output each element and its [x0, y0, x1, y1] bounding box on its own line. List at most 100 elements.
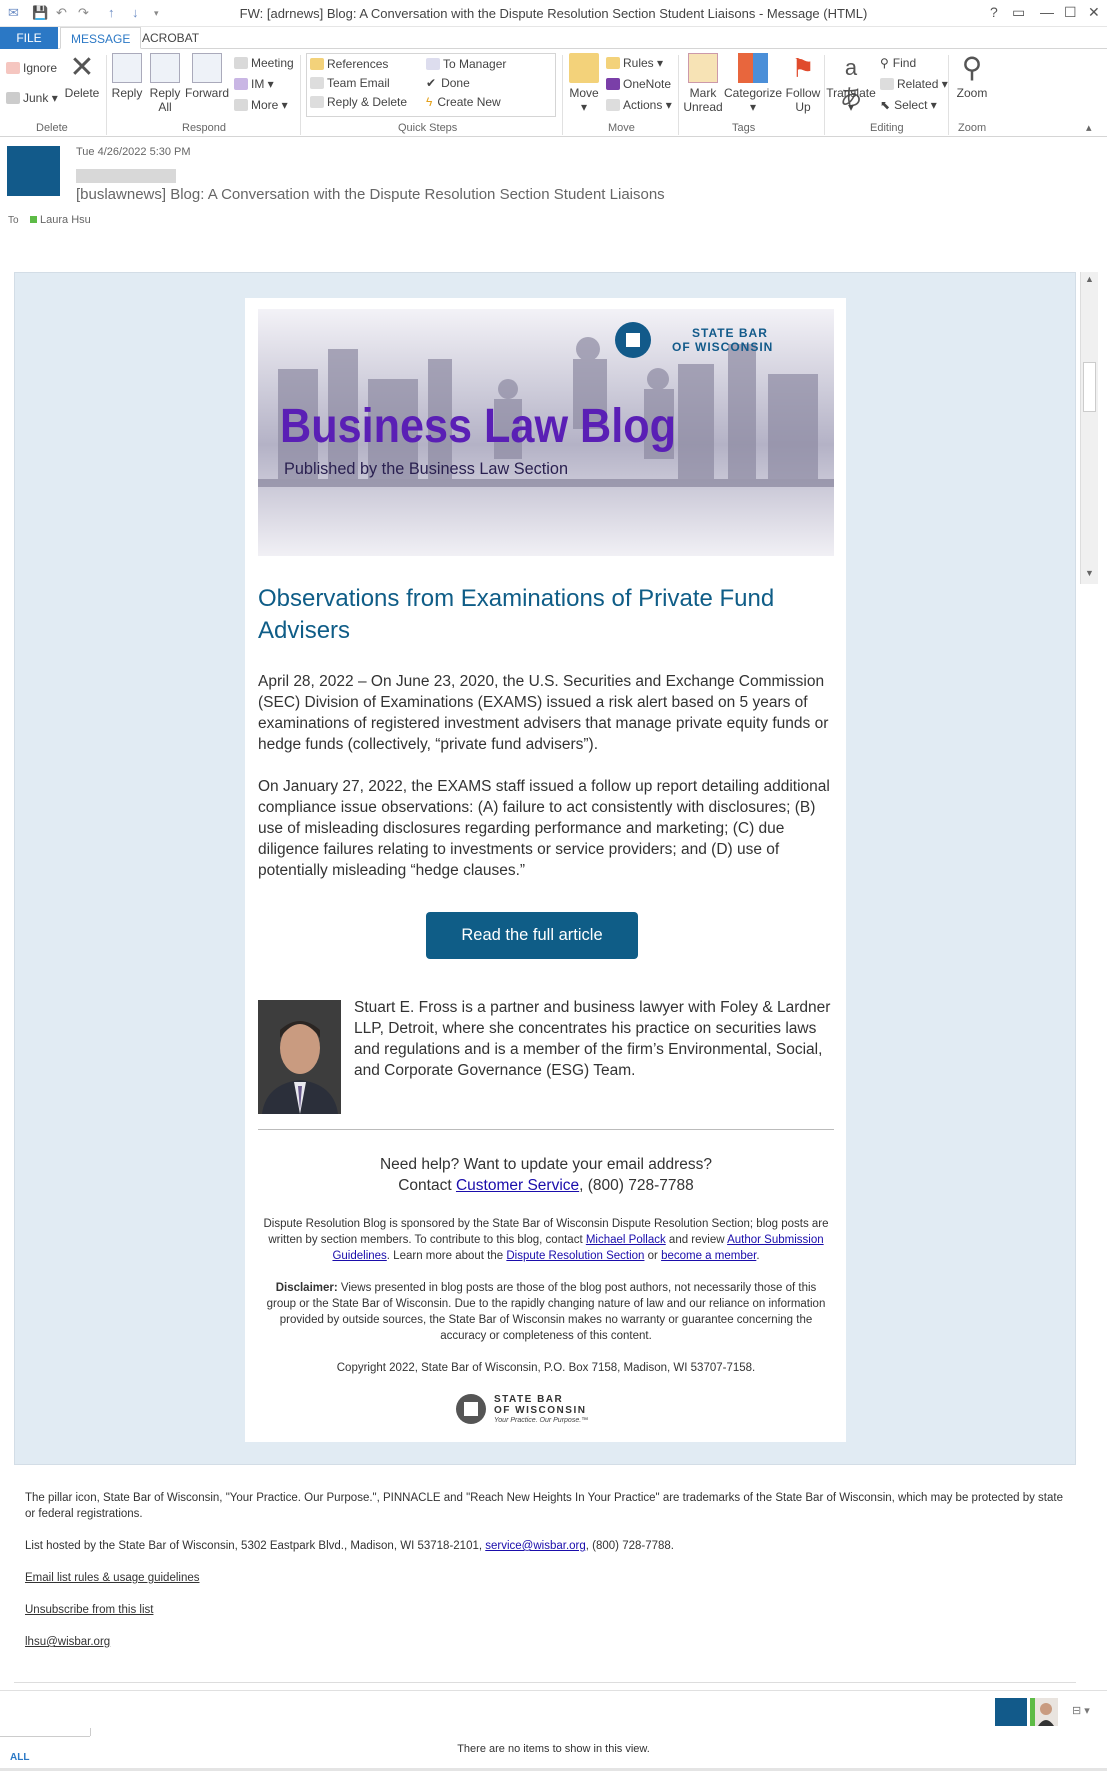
- meeting-button[interactable]: Meeting: [234, 56, 294, 70]
- select-label: Select: [894, 98, 928, 112]
- tab-message[interactable]: MESSAGE: [60, 27, 142, 49]
- quick-step-to-manager[interactable]: To Manager: [426, 57, 506, 71]
- group-label-zoom: Zoom: [958, 122, 987, 134]
- forward-button[interactable]: Forward: [184, 53, 230, 100]
- onenote-icon: [606, 78, 620, 90]
- ribbon-display-button[interactable]: ▭: [1012, 4, 1025, 21]
- customer-service-link[interactable]: Customer Service: [456, 1177, 579, 1194]
- people-pane-tab-line: [0, 1736, 90, 1737]
- sponsor-text-e: .: [756, 1250, 760, 1262]
- scroll-down-icon[interactable]: ▼: [1085, 568, 1094, 578]
- reply-delete-icon: [310, 96, 324, 108]
- actions-button[interactable]: Actions ▾: [606, 98, 672, 112]
- banner-org-line2: OF WISCONSIN: [672, 340, 773, 354]
- rules-button[interactable]: Rules ▾: [606, 56, 663, 70]
- tab-file[interactable]: FILE: [0, 27, 58, 49]
- maximize-button[interactable]: ☐: [1064, 4, 1077, 21]
- people-pane-view-icon[interactable]: ⊟ ▾: [1072, 1704, 1090, 1717]
- unsubscribe-link[interactable]: Unsubscribe from this list: [25, 1602, 153, 1618]
- follow-up-button[interactable]: ⚑ Follow Up: [784, 53, 822, 114]
- find-label: Find: [892, 56, 917, 70]
- banner-org-line1: STATE BAR: [692, 326, 768, 340]
- list-rules-link[interactable]: Email list rules & usage guidelines: [25, 1570, 200, 1586]
- binoculars-icon: ⚲: [880, 56, 889, 70]
- ignore-button[interactable]: Ignore: [6, 61, 57, 75]
- quick-step-team-email[interactable]: Team Email: [310, 76, 390, 90]
- ignore-label: Ignore: [23, 61, 58, 75]
- follow-up-label: Follow Up: [785, 86, 821, 114]
- rules-icon: [606, 57, 620, 69]
- quick-step-references[interactable]: References: [310, 57, 388, 71]
- quick-step-label: References: [327, 57, 389, 71]
- reply-all-button[interactable]: Reply All: [146, 53, 184, 114]
- close-button[interactable]: ✕: [1088, 4, 1100, 21]
- become-member-link[interactable]: become a member: [661, 1250, 756, 1262]
- onenote-button[interactable]: OneNote: [606, 77, 671, 91]
- meeting-icon: [234, 57, 248, 69]
- read-full-article-button[interactable]: Read the full article: [426, 912, 638, 959]
- scrollbar-thumb[interactable]: [1083, 362, 1096, 412]
- mark-unread-button[interactable]: Mark Unread: [680, 53, 726, 114]
- article-headline[interactable]: Observations from Examinations of Privat…: [258, 583, 818, 647]
- team-email-icon: [310, 77, 324, 89]
- sender-name-redacted: [76, 169, 176, 183]
- michael-pollack-link[interactable]: Michael Pollack: [586, 1234, 666, 1246]
- onenote-label: OneNote: [623, 77, 672, 91]
- quick-step-create-new[interactable]: ϟ Create New: [426, 95, 501, 109]
- people-pane-all-tab[interactable]: ALL: [10, 1752, 29, 1763]
- help-button[interactable]: ?: [990, 4, 998, 20]
- quick-step-done[interactable]: ✔ Done: [426, 76, 470, 90]
- lightning-icon: ϟ: [426, 95, 433, 109]
- body-scrollbar[interactable]: ▲ ▼: [1080, 272, 1098, 584]
- find-button[interactable]: ⚲ Find: [880, 56, 916, 70]
- reply-button[interactable]: Reply: [110, 53, 144, 100]
- people-pane-tab-edge: [90, 1728, 91, 1736]
- body-bottom-border: [14, 1682, 1076, 1683]
- service-email-link[interactable]: service@wisbar.org: [485, 1540, 586, 1552]
- select-button[interactable]: ⬉ Select ▾: [880, 98, 937, 112]
- magnifier-icon: ⚲: [961, 52, 983, 83]
- copyright: Copyright 2022, State Bar of Wisconsin, …: [336, 1362, 756, 1374]
- disclaimer: Disclaimer: Views presented in blog post…: [262, 1280, 830, 1344]
- to-label: To: [8, 215, 19, 226]
- quick-step-label: Reply & Delete: [327, 95, 408, 109]
- flag-icon: ⚑: [791, 53, 815, 83]
- minimize-button[interactable]: —: [1040, 4, 1054, 20]
- recipient[interactable]: Laura Hsu: [30, 214, 91, 226]
- group-separator: [824, 55, 825, 135]
- categorize-icon: [738, 53, 768, 83]
- group-label-tags: Tags: [732, 122, 756, 134]
- move-label: Move: [569, 86, 599, 100]
- people-avatar-recipient[interactable]: [1030, 1698, 1058, 1726]
- quick-step-reply-delete[interactable]: Reply & Delete: [310, 95, 407, 109]
- sponsor-text-d: or: [644, 1250, 662, 1262]
- translate-button[interactable]: aあ Translate ▾: [826, 53, 876, 114]
- ribbon-tabs: FILE MESSAGE ACROBAT: [0, 27, 1107, 49]
- delete-label: Delete: [64, 86, 100, 100]
- dispute-resolution-section-link[interactable]: Dispute Resolution Section: [506, 1250, 644, 1262]
- junk-button[interactable]: Junk ▾: [6, 91, 58, 105]
- recipient-email-link[interactable]: lhsu@wisbar.org: [25, 1634, 110, 1650]
- article-paragraph-1: April 28, 2022 – On June 23, 2020, the U…: [258, 673, 829, 753]
- im-button[interactable]: IM ▾: [234, 77, 274, 91]
- cursor-icon: ⬉: [880, 98, 891, 112]
- scroll-up-icon[interactable]: ▲: [1085, 274, 1094, 284]
- forward-label: Forward: [184, 86, 229, 100]
- zoom-label: Zoom: [956, 86, 988, 100]
- group-separator: [106, 55, 107, 135]
- translate-icon: aあ: [839, 55, 862, 110]
- people-avatar-sender[interactable]: [995, 1698, 1027, 1726]
- title-bar: ✉ 💾 ↶ ↷ ↑ ↓ ▾ FW: [adrnews] Blog: A Conv…: [0, 0, 1107, 27]
- categorize-button[interactable]: Categorize ▾: [722, 53, 784, 114]
- more-label: More: [251, 98, 279, 112]
- delete-button[interactable]: ✕ Delete: [64, 51, 100, 101]
- help-line: Need help? Want to update your email add…: [379, 1156, 713, 1173]
- move-button[interactable]: Move ▾: [566, 53, 602, 114]
- tab-acrobat[interactable]: ACROBAT: [132, 27, 209, 49]
- more-respond-button[interactable]: More ▾: [234, 98, 288, 112]
- group-label-editing: Editing: [870, 122, 904, 134]
- related-button[interactable]: Related ▾: [880, 77, 948, 91]
- zoom-button[interactable]: ⚲ Zoom: [952, 52, 992, 101]
- delete-x-icon: ✕: [69, 51, 95, 84]
- collapse-ribbon-icon[interactable]: ▴: [1086, 121, 1092, 134]
